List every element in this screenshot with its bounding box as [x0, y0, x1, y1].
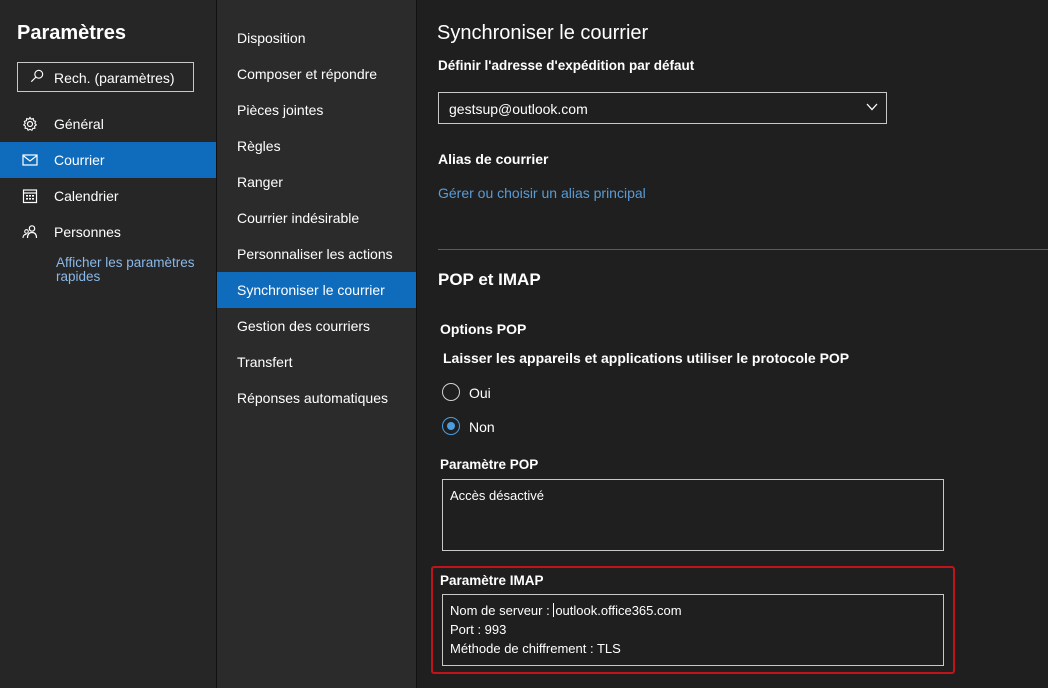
mail-settings-subnav: Disposition Composer et répondre Pièces …	[216, 0, 416, 688]
subnav-item-label: Règles	[237, 138, 281, 154]
subnav-item-label: Transfert	[237, 354, 293, 370]
subnav-item-automatic-replies[interactable]: Réponses automatiques	[217, 380, 416, 416]
subnav-item-sweep[interactable]: Ranger	[217, 164, 416, 200]
subnav-item-rules[interactable]: Règles	[217, 128, 416, 164]
mail-icon	[22, 154, 38, 166]
nav-item-people[interactable]: Personnes	[0, 214, 216, 250]
default-from-dropdown[interactable]: gestsup@outlook.com	[438, 92, 887, 124]
subnav-item-layout[interactable]: Disposition	[217, 20, 416, 56]
pop-setting-value: Accès désactivé	[450, 488, 544, 503]
radio-yes[interactable]	[442, 383, 462, 403]
quick-settings-link[interactable]: Afficher les paramètres rapides	[56, 256, 206, 284]
radio-ring	[442, 383, 460, 401]
subnav-item-label: Disposition	[237, 30, 306, 46]
imap-setting-box[interactable]: Nom de serveur : outlook.office365.com P…	[442, 594, 944, 666]
nav-item-label: Général	[54, 116, 104, 132]
imap-encryption: Méthode de chiffrement : TLS	[450, 641, 621, 656]
nav-item-label: Calendrier	[54, 188, 119, 204]
nav-item-label: Courrier	[54, 152, 105, 168]
settings-title: Paramètres	[17, 22, 126, 44]
subnav-item-label: Courrier indésirable	[237, 210, 360, 226]
settings-left-pane: Paramètres Rech. (paramètres) Général Co…	[0, 0, 216, 688]
search-icon	[30, 69, 44, 83]
pop-setting-label: Paramètre POP	[440, 457, 539, 472]
subnav-item-compose[interactable]: Composer et répondre	[217, 56, 416, 92]
radio-selected-dot	[447, 422, 455, 430]
imap-server-prefix: Nom de serveur :	[450, 603, 554, 618]
pop-imap-heading: POP et IMAP	[438, 270, 541, 289]
radio-no[interactable]	[442, 417, 462, 437]
chevron-down-icon	[866, 103, 878, 111]
pop-options-heading: Options POP	[440, 321, 527, 337]
alias-heading: Alias de courrier	[438, 151, 549, 167]
search-label: Rech. (paramètres)	[54, 70, 175, 86]
subnav-item-label: Ranger	[237, 174, 283, 190]
imap-port: Port : 993	[450, 622, 507, 637]
default-from-label-clip: Définir l'adresse d'expédition par défau…	[438, 60, 998, 78]
people-icon	[22, 225, 38, 239]
subnav-item-junk[interactable]: Courrier indésirable	[217, 200, 416, 236]
imap-server-value: outlook.office365.com	[555, 603, 682, 618]
subnav-item-label: Synchroniser le courrier	[237, 282, 385, 298]
default-from-value: gestsup@outlook.com	[449, 101, 588, 117]
subnav-item-label: Composer et répondre	[237, 66, 378, 82]
subnav-item-customize-actions[interactable]: Personnaliser les actions	[217, 236, 416, 272]
nav-item-calendar[interactable]: Calendrier	[0, 178, 216, 214]
subnav-item-attachments[interactable]: Pièces jointes	[217, 92, 416, 128]
subnav-item-label: Personnaliser les actions	[237, 246, 393, 262]
subnav-item-label: Réponses automatiques	[237, 390, 388, 406]
pop-setting-box[interactable]: Accès désactivé	[442, 479, 944, 551]
gear-icon	[22, 116, 38, 132]
subnav-item-forwarding[interactable]: Transfert	[217, 344, 416, 380]
subnav-item-label: Gestion des courriers	[237, 318, 371, 334]
pop-question: Laisser les appareils et applications ut…	[443, 350, 850, 366]
subnav-item-label: Pièces jointes	[237, 102, 324, 118]
settings-search-box[interactable]: Rech. (paramètres)	[17, 62, 194, 92]
radio-yes-label[interactable]: Oui	[469, 385, 491, 401]
page-title: Synchroniser le courrier	[437, 22, 649, 44]
calendar-icon	[22, 189, 38, 204]
imap-setting-label: Paramètre IMAP	[440, 573, 544, 588]
radio-no-label[interactable]: Non	[469, 419, 495, 435]
nav-item-mail[interactable]: Courrier	[0, 142, 216, 178]
default-from-label: Définir l'adresse d'expédition par défau…	[438, 60, 695, 73]
manage-alias-link[interactable]: Gérer ou choisir un alias principal	[438, 185, 646, 201]
nav-item-label: Personnes	[54, 224, 121, 240]
sync-email-content: Synchroniser le courrier Définir l'adres…	[416, 0, 1048, 688]
nav-item-general[interactable]: Général	[0, 106, 216, 142]
subnav-item-message-handling[interactable]: Gestion des courriers	[217, 308, 416, 344]
subnav-item-sync-email[interactable]: Synchroniser le courrier	[217, 272, 416, 308]
imap-server-line: Nom de serveur : outlook.office365.com	[450, 603, 682, 618]
section-divider	[438, 249, 1048, 250]
